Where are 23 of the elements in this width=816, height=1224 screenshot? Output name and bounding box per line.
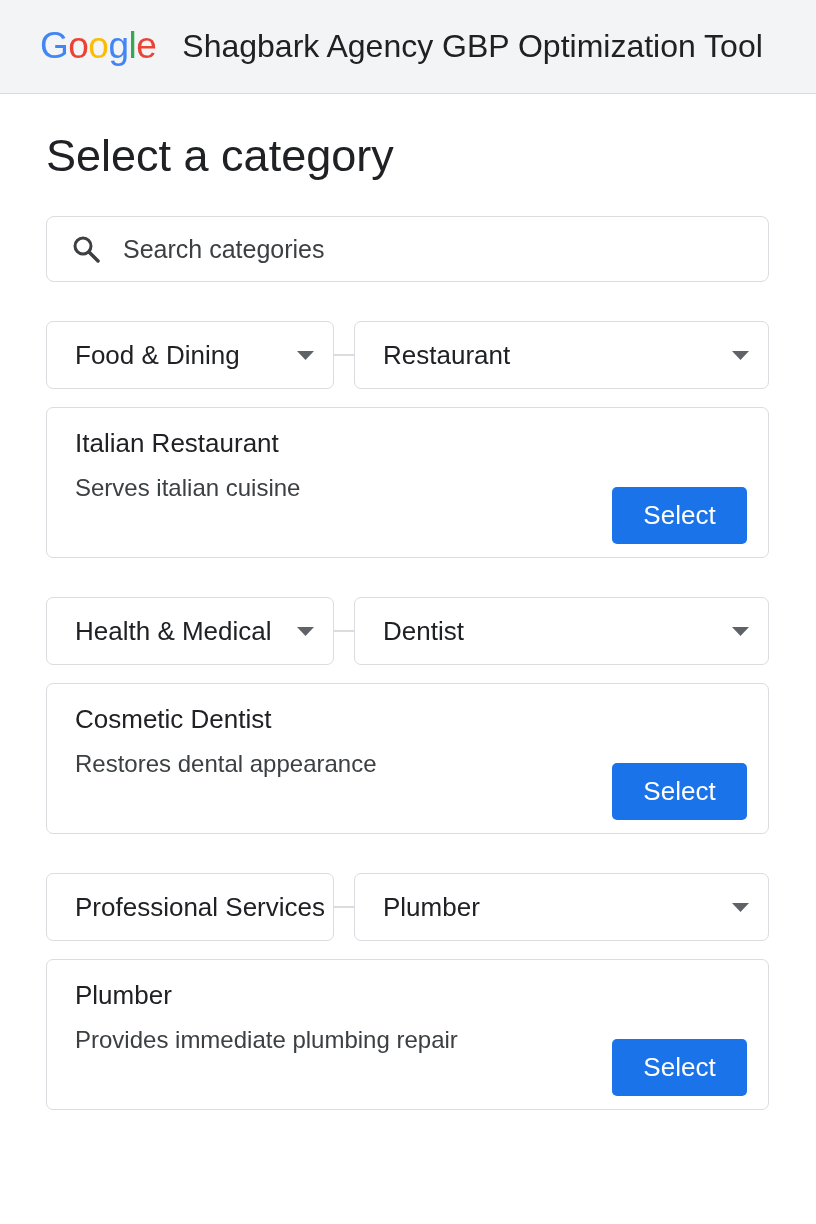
result-description: Restores dental appearance	[75, 751, 377, 777]
category-dropdown[interactable]: Food & Dining	[46, 321, 334, 389]
category-dropdown[interactable]: Health & Medical	[46, 597, 334, 665]
connector-line	[334, 354, 354, 356]
select-button[interactable]: Select	[612, 1039, 747, 1096]
subcategory-dropdown[interactable]: Restaurant	[354, 321, 769, 389]
subcategory-dropdown[interactable]: Dentist	[354, 597, 769, 665]
app-title: Shagbark Agency GBP Optimization Tool	[182, 28, 763, 65]
result-description: Provides immediate plumbing repair	[75, 1027, 458, 1053]
result-title: Plumber	[75, 980, 173, 1010]
result-title: Italian Restaurant	[75, 428, 280, 458]
connector-line	[334, 630, 354, 632]
subcategory-dropdown[interactable]: Plumber	[354, 873, 769, 941]
search-icon	[72, 235, 100, 263]
page-heading: Select a category	[46, 129, 395, 183]
connector-line	[334, 906, 354, 908]
category-dropdown[interactable]: Professional Services	[46, 873, 334, 941]
logo: Google	[40, 27, 157, 66]
result-description: Serves italian cuisine	[75, 475, 301, 501]
search-field[interactable]: Search categories	[46, 216, 769, 282]
select-button[interactable]: Select	[612, 763, 747, 820]
select-button[interactable]: Select	[612, 487, 747, 544]
result-title: Cosmetic Dentist	[75, 704, 273, 734]
